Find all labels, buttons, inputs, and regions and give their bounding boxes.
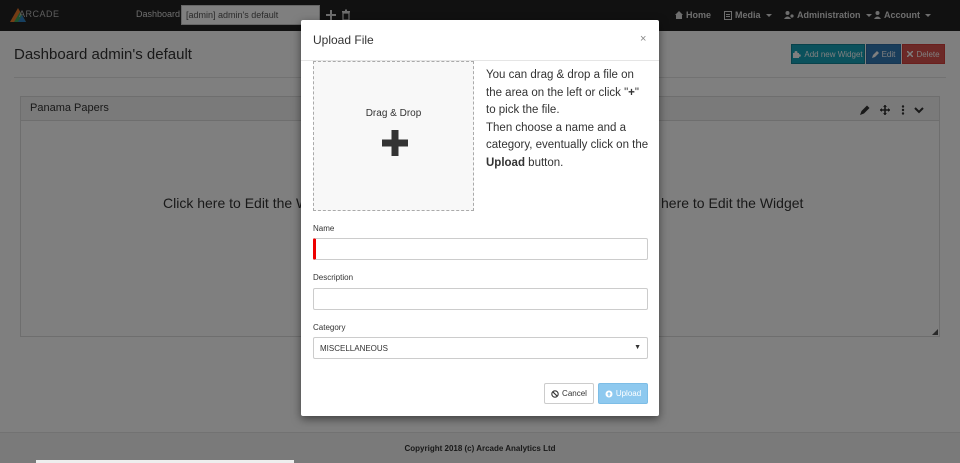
category-selected-value: MISCELLANEOUS bbox=[320, 344, 389, 353]
instructions-plus: + bbox=[628, 86, 635, 99]
instructions-text-3: Then choose a name and a category, event… bbox=[486, 121, 649, 152]
cancel-label: Cancel bbox=[562, 389, 587, 398]
name-input[interactable] bbox=[313, 238, 648, 260]
category-label: Category bbox=[313, 323, 346, 332]
upload-file-modal: Upload File × Drag & Drop You can drag &… bbox=[301, 20, 659, 416]
plus-icon[interactable] bbox=[382, 130, 408, 156]
category-select[interactable]: MISCELLANEOUS ▼ bbox=[313, 337, 648, 359]
ban-icon bbox=[551, 389, 559, 398]
upload-button[interactable]: Upload bbox=[598, 383, 648, 404]
file-dropzone[interactable]: Drag & Drop bbox=[313, 61, 474, 211]
upload-label: Upload bbox=[615, 389, 642, 398]
instructions-text-4: button. bbox=[524, 156, 564, 169]
upload-instructions: You can drag & drop a file on the area o… bbox=[486, 67, 651, 172]
instructions-text-1: You can drag & drop a file on the area o… bbox=[486, 69, 634, 99]
modal-close-button[interactable]: × bbox=[640, 33, 646, 45]
cancel-button[interactable]: Cancel bbox=[544, 383, 594, 404]
upload-circle-icon bbox=[605, 390, 613, 397]
description-input[interactable] bbox=[313, 288, 648, 310]
instructions-upload: Upload bbox=[486, 156, 525, 169]
description-label: Description bbox=[313, 273, 354, 282]
name-label: Name bbox=[313, 224, 335, 233]
caret-down-icon: ▼ bbox=[634, 344, 641, 351]
modal-title: Upload File bbox=[313, 33, 374, 47]
dropzone-label: Drag & Drop bbox=[365, 108, 422, 119]
